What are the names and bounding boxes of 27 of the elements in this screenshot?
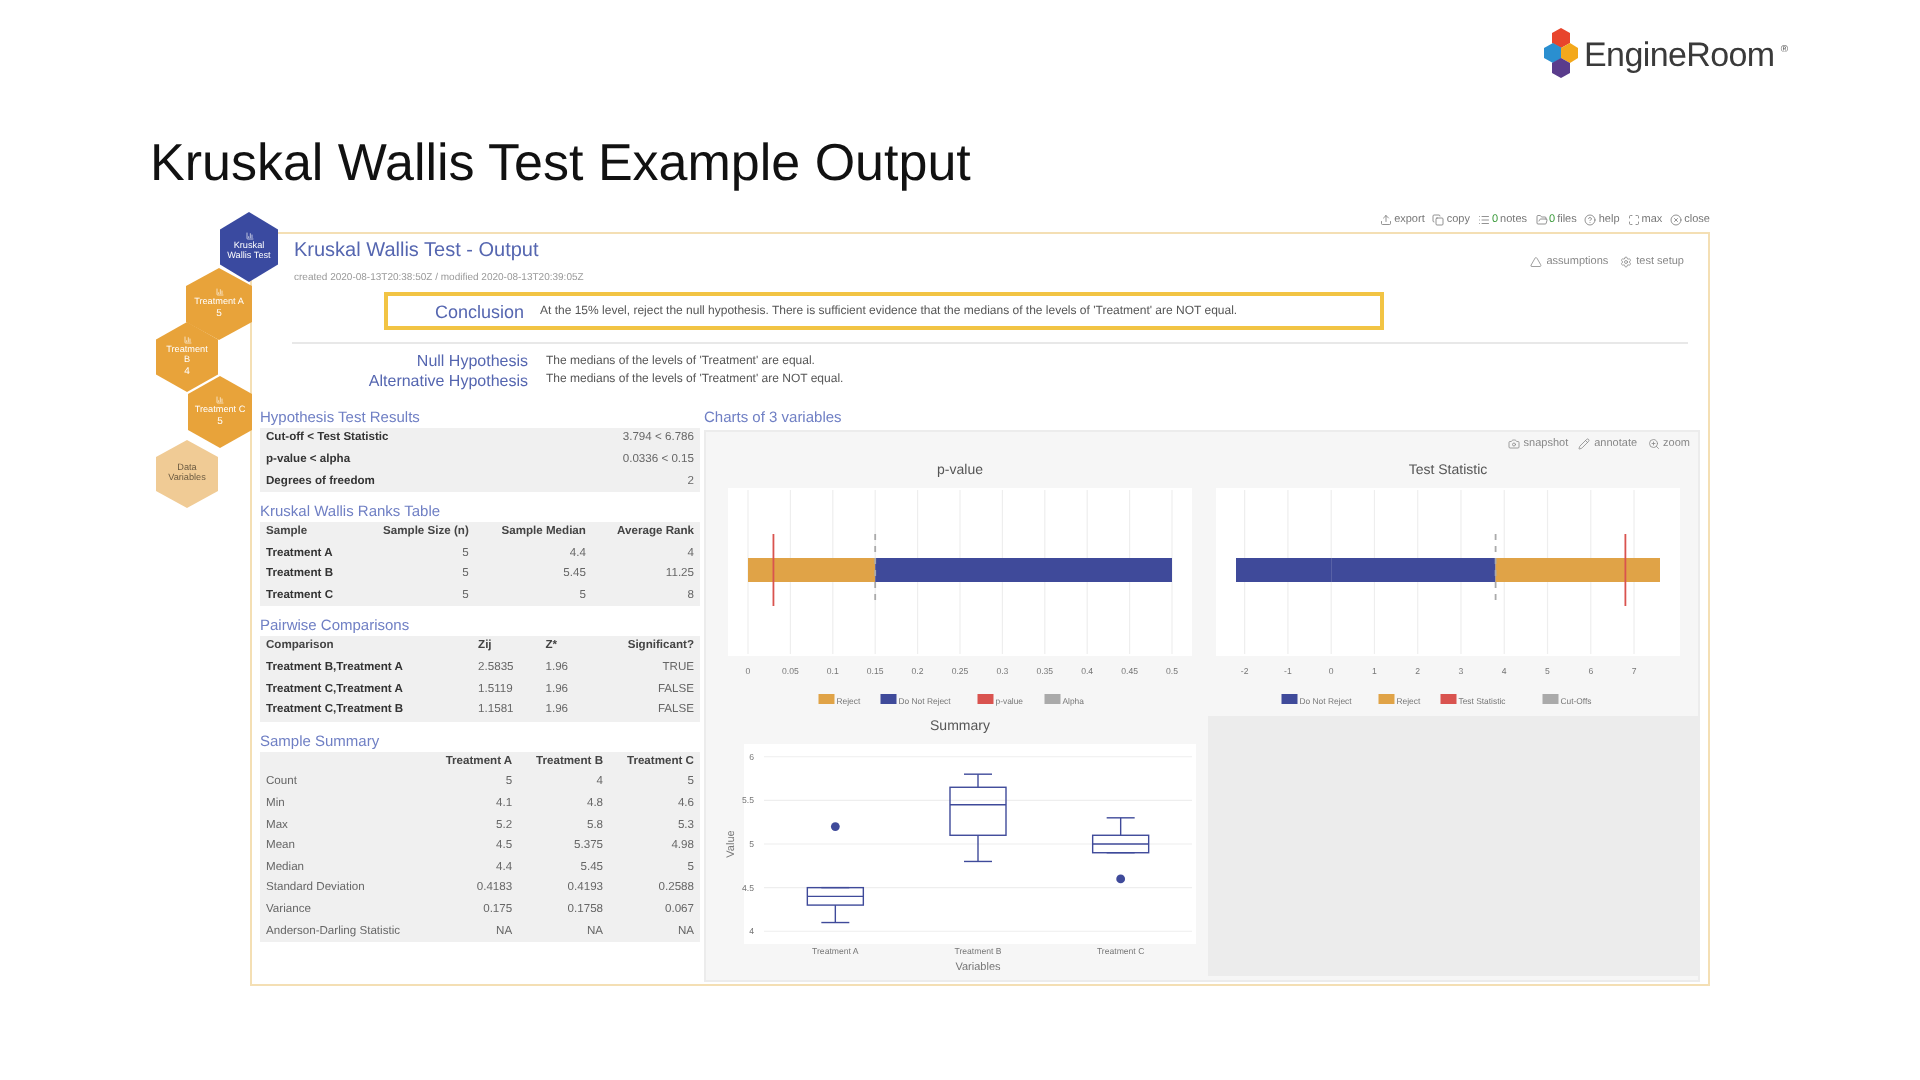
panel-title: Kruskal Wallis Test - Output (294, 240, 539, 266)
logo-text: EngineRoom (1584, 36, 1775, 76)
list-icon (1477, 214, 1490, 226)
box-plot (1091, 817, 1150, 854)
chart-icon (245, 232, 253, 241)
box-plot (806, 886, 865, 924)
copy-icon (1432, 214, 1445, 226)
folder-icon (1535, 214, 1548, 226)
close-icon (1670, 214, 1683, 226)
chart-icon (183, 336, 191, 345)
settings-icon (1620, 256, 1633, 268)
logo-icon (1544, 28, 1579, 84)
export-icon (1380, 214, 1393, 226)
conclusion-label: Conclusion (432, 301, 524, 322)
camera-icon (1507, 437, 1520, 450)
chart-icon (215, 287, 223, 296)
box-plot (949, 773, 1007, 863)
hypothesis-label: Null Hypothesis (414, 352, 528, 371)
zoom-icon (1647, 437, 1660, 450)
slide-title: Kruskal Wallis Test Example Output (150, 132, 971, 194)
hypothesis-label: Alternative Hypothesis (366, 371, 528, 390)
pencil-icon (1578, 437, 1591, 450)
triangle-icon (1530, 256, 1543, 268)
chart-icon (216, 395, 224, 404)
outlier-point (830, 822, 840, 831)
help-icon (1584, 214, 1597, 226)
outlier-point (1116, 874, 1126, 884)
